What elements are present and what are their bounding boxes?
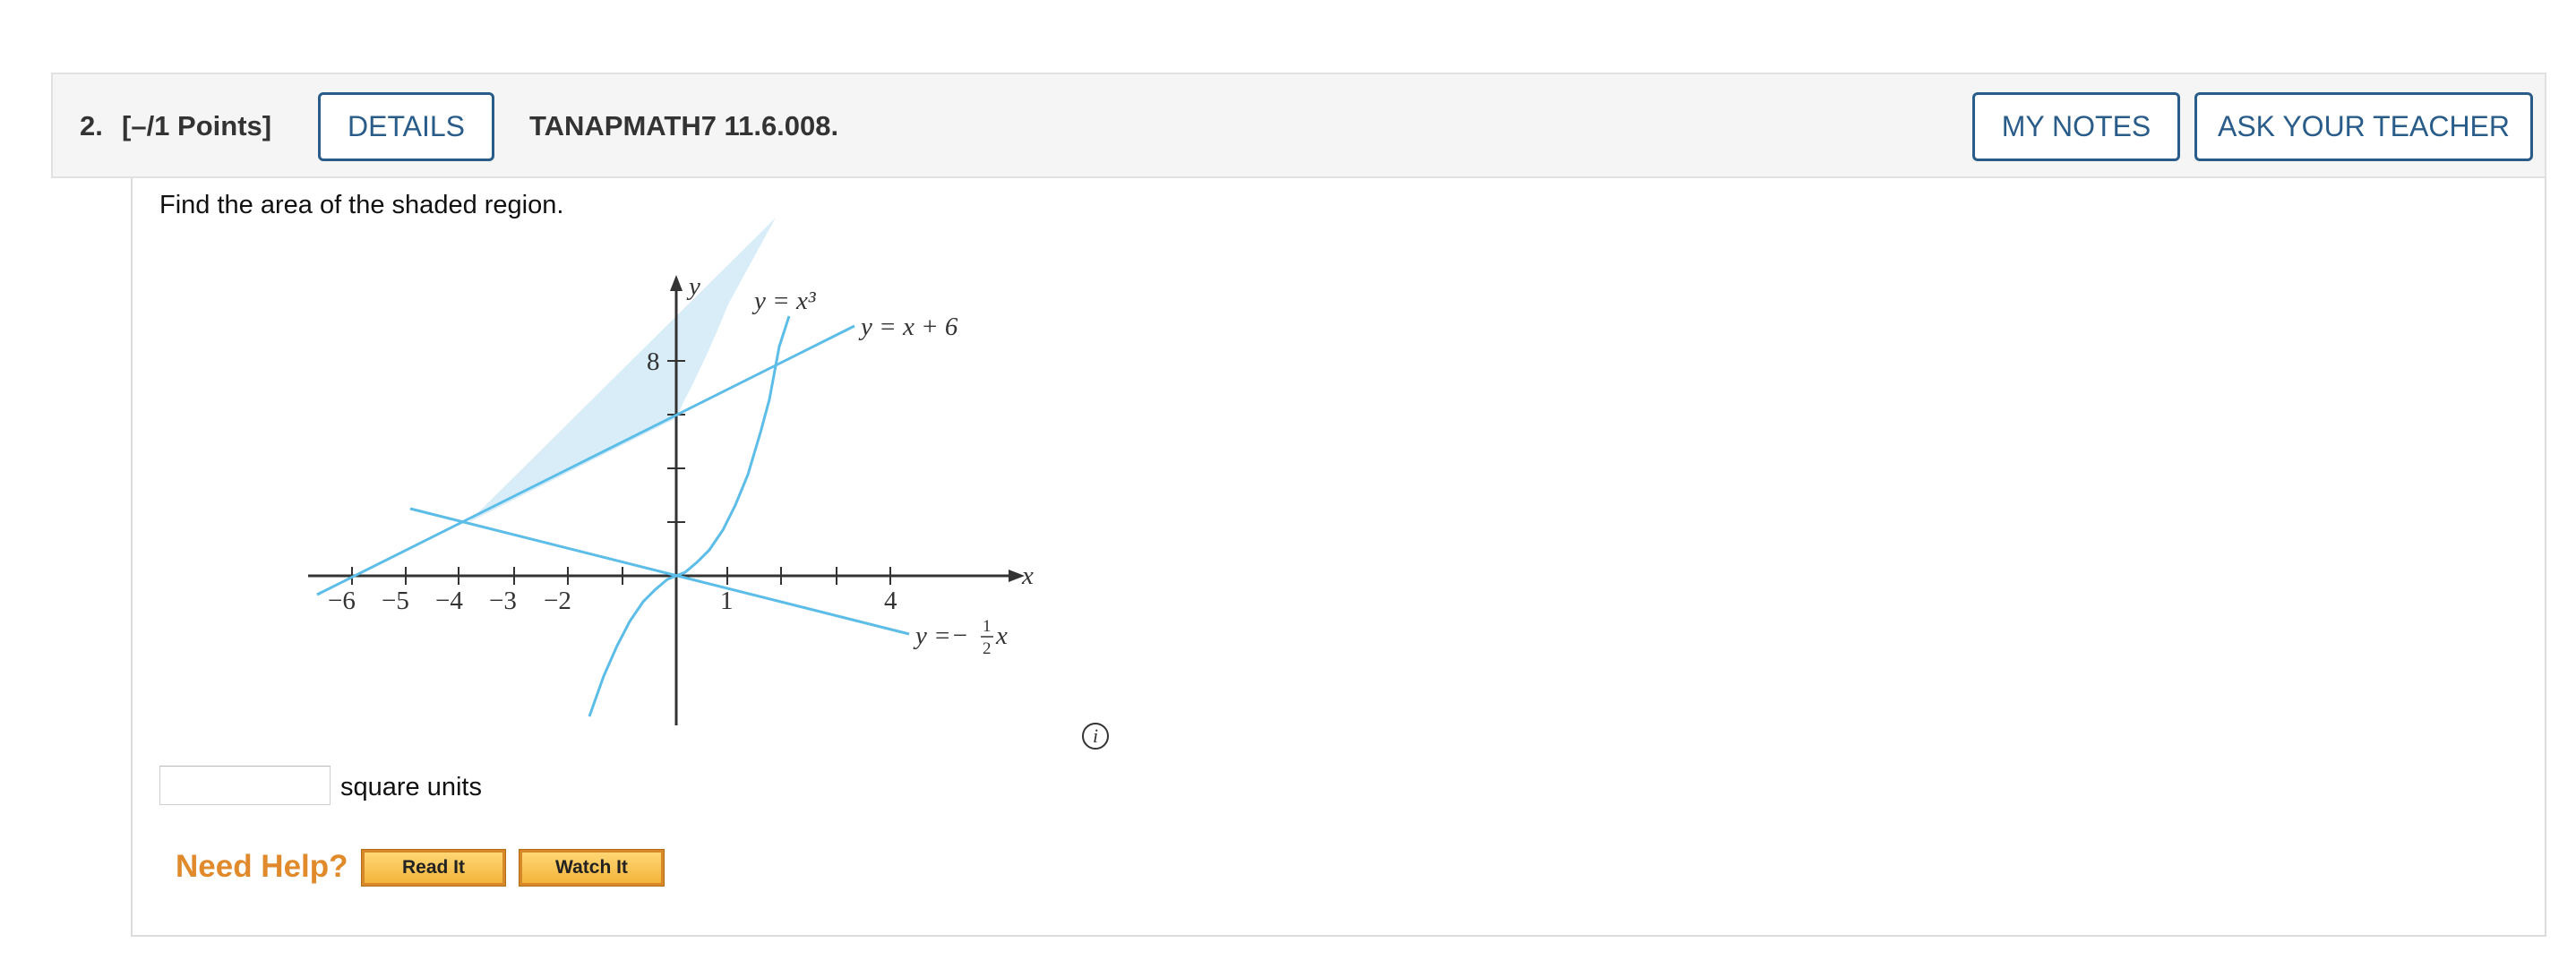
x-tick-label: −2: [544, 587, 571, 615]
y-axis-arrow: [670, 275, 683, 291]
y-tick-label: 8: [647, 347, 660, 376]
x-tick-label: 1: [720, 587, 734, 615]
details-button[interactable]: DETAILS: [318, 92, 494, 161]
x-axis-label: x: [1021, 561, 1034, 590]
line-curve-label: y = x + 6: [858, 313, 958, 341]
x-tick-label: 4: [884, 587, 897, 615]
graph-figure: −6 −5 −4 −3 −2 1 4 8 y x y = x³ y = x + …: [308, 218, 1034, 725]
question-code: TANAPMATH7 11.6.008.: [529, 110, 839, 141]
x-tick-label: −3: [489, 587, 517, 615]
y-axis-label: y: [686, 272, 700, 301]
read-it-button[interactable]: Read It: [361, 849, 506, 887]
question-body: Find the area of the shaded region. −6 −…: [131, 178, 2546, 937]
neg-half-line-label-lhs: y =−: [913, 621, 968, 650]
neg-half-line-label-var: x: [995, 621, 1008, 650]
ask-your-teacher-button[interactable]: ASK YOUR TEACHER: [2194, 92, 2533, 161]
my-notes-button[interactable]: MY NOTES: [1972, 92, 2180, 161]
x-tick-label: −5: [382, 587, 409, 615]
cubic-curve-label: y = x³: [751, 287, 817, 315]
line-y-eq-neg-half-x: [409, 507, 910, 636]
question-number: 2.: [80, 110, 103, 141]
watch-it-button[interactable]: Watch It: [519, 849, 665, 887]
line-y-eq-x-plus-6: [316, 324, 855, 596]
question-points: [–/1 Points]: [122, 110, 272, 141]
units-label: square units: [340, 773, 482, 801]
neg-half-line-label-numerator: 1: [983, 617, 992, 636]
shaded-region: [468, 218, 776, 523]
info-icon[interactable]: i: [1082, 723, 1109, 750]
x-tick-label: −4: [435, 587, 463, 615]
neg-half-line-label-denominator: 2: [983, 639, 992, 658]
need-help-label: Need Help?: [176, 849, 348, 884]
answer-input[interactable]: [159, 766, 331, 805]
question-header: 2. [–/1 Points] DETAILS TANAPMATH7 11.6.…: [51, 73, 2546, 178]
x-tick-label: −6: [328, 587, 356, 615]
